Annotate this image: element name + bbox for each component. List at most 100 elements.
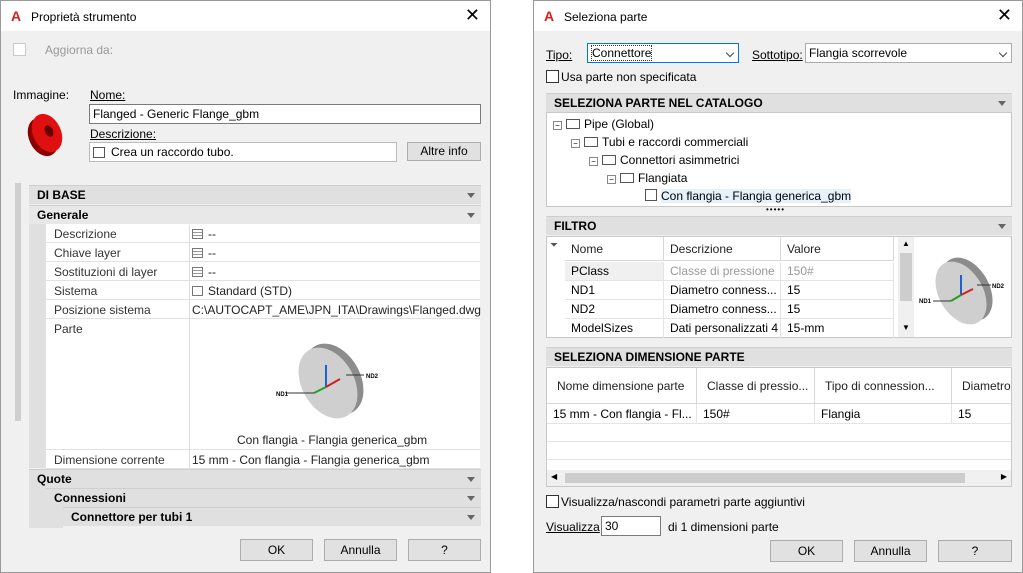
visualizza-param-checkbox[interactable] (546, 495, 559, 508)
tree-node-connettori[interactable]: − Connettori asimmetrici (589, 153, 739, 167)
collapse-arrow-icon[interactable] (467, 477, 475, 482)
dim-cell[interactable]: 15 mm - Con flangia - Fl... (547, 404, 697, 424)
list-icon (192, 229, 203, 239)
prop-row-sostituzioni[interactable]: Sostituzioni di layer -- (46, 262, 480, 281)
visualizza-input[interactable]: 30 (601, 516, 661, 536)
generale-section[interactable]: Generale (29, 205, 481, 224)
dimensioni-count-label: di 1 dimensioni parte (668, 520, 779, 534)
aggiorna-checkbox[interactable] (13, 43, 26, 56)
splitter-handle[interactable]: ••••• (766, 205, 785, 214)
help-button[interactable]: ? (938, 540, 1012, 562)
prop-row-descrizione[interactable]: Descrizione -- (46, 224, 480, 243)
collapse-arrow-icon[interactable] (467, 496, 475, 501)
col-header-diametro[interactable]: Diametro (952, 368, 1011, 404)
prop-row-dimensione[interactable]: Dimensione corrente 15 mm - Con flangia -… (46, 450, 480, 469)
collapse-icon[interactable]: − (571, 139, 580, 148)
close-icon[interactable]: ✕ (997, 6, 1012, 24)
collapse-arrow-icon[interactable] (998, 224, 1006, 229)
flange-thumbnail-icon (27, 113, 63, 157)
ok-button[interactable]: OK (240, 539, 313, 561)
connettore-section[interactable]: Connettore per tubi 1 (63, 507, 481, 526)
aggiorna-label: Aggiorna da: (45, 43, 114, 57)
scroll-thumb[interactable] (900, 253, 912, 301)
nome-input[interactable]: Flanged - Generic Flange_gbm (89, 104, 481, 124)
prop-row-posizione[interactable]: Posizione sistema C:\AUTOCAPT_AME\JPN_ITA… (46, 300, 481, 319)
autocad-logo-icon: A (11, 8, 22, 24)
tree-node-flangiata[interactable]: − Flangiata (607, 171, 687, 185)
dimensione-header[interactable]: SELEZIONA DIMENSIONE PARTE (546, 347, 1012, 366)
dimensione-grid[interactable]: Nome dimensione parte Classe di pressio.… (546, 367, 1012, 487)
col-header-tipo-connessione[interactable]: Tipo di connession... (815, 368, 952, 404)
prop-row-parte[interactable]: Parte ND1 ND2 Con flangia - Flangia gene… (46, 319, 480, 450)
filtro-header[interactable]: FILTRO (546, 216, 1012, 235)
tree-node-tubi[interactable]: − Tubi e raccordi commerciali (571, 135, 748, 149)
col-header-valore[interactable]: Valore (781, 237, 894, 261)
usa-parte-checkbox[interactable] (546, 70, 559, 83)
dim-cell[interactable]: 15 (952, 404, 1011, 424)
filtro-grid[interactable]: ⏷ Nome Descrizione Valore PClass Classe … (546, 236, 1012, 338)
tree-label: Pipe (Global) (584, 117, 655, 131)
catalog-tree[interactable]: − Pipe (Global) − Tubi e raccordi commerci… (546, 112, 1012, 207)
filtro-scrollbar[interactable]: ▲ ▼ (898, 237, 914, 337)
collapse-arrow-icon[interactable] (998, 101, 1006, 106)
connettore-label: Connettore per tubi 1 (71, 510, 193, 524)
tool-properties-dialog: A Proprietà strumento ✕ Aggiorna da: Imm… (0, 0, 491, 573)
scroll-up-icon[interactable]: ▲ (902, 239, 910, 248)
di-base-section[interactable]: DI BASE (29, 185, 481, 204)
filtro-cell[interactable]: 150# (781, 262, 894, 281)
filtro-cell[interactable]: ND1 (565, 281, 664, 300)
col-header-classe[interactable]: Classe di pressio... (697, 368, 815, 404)
filtro-cell[interactable]: ND2 (565, 300, 664, 319)
filtro-cell[interactable]: 15 (781, 300, 894, 319)
annulla-button[interactable]: Annulla (324, 539, 397, 561)
filtro-cell[interactable]: PClass (565, 262, 664, 281)
scroll-down-icon[interactable]: ▼ (902, 323, 910, 332)
indent-gutter (29, 488, 46, 528)
altre-info-button[interactable]: Altre info (407, 142, 481, 161)
tree-node-flangia-generica[interactable]: Con flangia - Flangia generica_gbm (645, 189, 852, 203)
col-header-nome-dimensione[interactable]: Nome dimensione parte (547, 368, 697, 404)
close-icon[interactable]: ✕ (465, 6, 480, 24)
sottotipo-select[interactable]: Flangia scorrevole (805, 43, 1012, 63)
filtro-cell[interactable]: Diametro conness... (664, 281, 781, 300)
collapse-icon[interactable]: − (607, 175, 616, 184)
dimensione-title: SELEZIONA DIMENSIONE PARTE (554, 350, 745, 364)
col-header-nome[interactable]: Nome (565, 237, 664, 261)
collapse-arrow-icon[interactable] (467, 515, 475, 520)
panel-scroll-handle[interactable] (15, 183, 21, 421)
descrizione-field[interactable]: Crea un raccordo tubo. (89, 142, 397, 162)
filtro-cell[interactable]: ModelSizes (565, 319, 664, 338)
ok-button[interactable]: OK (770, 540, 843, 562)
filtro-cell[interactable]: 15 (781, 281, 894, 300)
filter-icon: ⏷ (550, 240, 558, 251)
prop-key: Dimensione corrente (54, 453, 165, 467)
scroll-right-icon[interactable]: ▶ (1001, 472, 1007, 481)
collapse-icon[interactable]: − (553, 121, 562, 130)
collapse-arrow-icon[interactable] (467, 193, 475, 198)
catalogo-header[interactable]: SELEZIONA PARTE NEL CATALOGO (546, 93, 1012, 112)
prop-row-chiave-layer[interactable]: Chiave layer -- (46, 243, 480, 262)
col-header-descrizione[interactable]: Descrizione (664, 237, 781, 261)
collapse-icon[interactable]: − (589, 157, 598, 166)
sottotipo-label: Sottotipo: (752, 48, 803, 62)
filtro-cell[interactable]: Dati personalizzati 4 (664, 319, 781, 338)
scroll-thumb[interactable] (565, 473, 965, 483)
help-button[interactable]: ? (408, 539, 481, 561)
dim-cell[interactable]: 150# (697, 404, 815, 424)
prop-value: -- (208, 246, 216, 260)
dim-hscrollbar[interactable]: ◀ ▶ (547, 470, 1011, 486)
filtro-cell[interactable]: Diametro conness... (664, 300, 781, 319)
connessioni-label: Connessioni (54, 491, 127, 505)
tree-node-pipe[interactable]: − Pipe (Global) (553, 117, 654, 131)
connessioni-section[interactable]: Connessioni (46, 488, 481, 507)
filtro-cell[interactable]: 15-mm (781, 319, 894, 338)
dim-cell[interactable]: Flangia (815, 404, 952, 424)
tipo-select[interactable]: Connettore (587, 43, 739, 63)
collapse-arrow-icon[interactable] (467, 213, 475, 218)
prop-value: -- (208, 265, 216, 279)
scroll-left-icon[interactable]: ◀ (551, 472, 557, 481)
prop-row-sistema[interactable]: Sistema Standard (STD) (46, 281, 480, 300)
quote-section[interactable]: Quote (29, 469, 481, 488)
annulla-button[interactable]: Annulla (854, 540, 927, 562)
filtro-cell[interactable]: Classe di pressione (664, 262, 781, 281)
